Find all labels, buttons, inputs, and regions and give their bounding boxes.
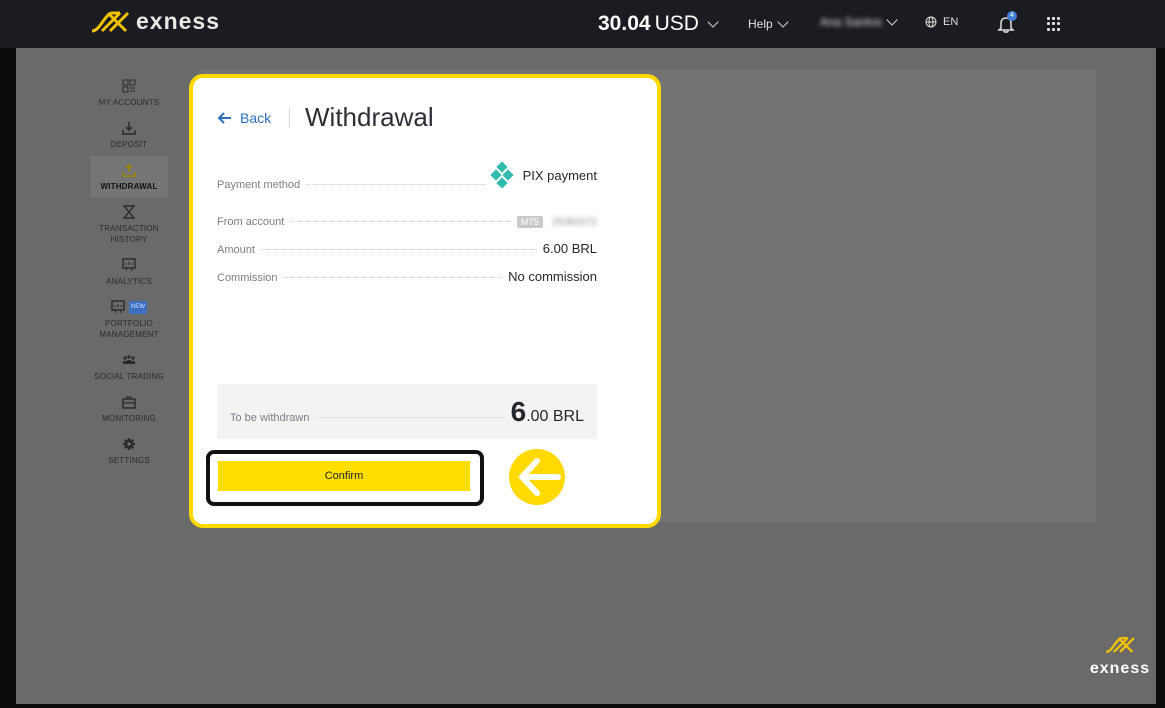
corner-brand-name: exness	[1089, 660, 1151, 677]
sidebar-item-deposit[interactable]: DEPOSIT	[90, 114, 168, 156]
from-account-label: From account	[217, 216, 285, 228]
portfolio-icon	[110, 300, 125, 314]
to-be-withdrawn-integer: 6	[510, 396, 527, 427]
sidebar-item-label: MY ACCOUNTS	[98, 98, 160, 107]
from-account-value: MT5 25382672	[516, 213, 598, 228]
sidebar-item-transaction-history[interactable]: TRANSACTION HISTORY	[90, 198, 168, 251]
sidebar-item-label: PORTFOLIO MANAGEMENT	[99, 319, 159, 339]
account-type-badge: MT5	[516, 216, 543, 228]
to-be-withdrawn-label: To be withdrawn	[230, 412, 310, 424]
sidebar-item-analytics[interactable]: ANALYTICS	[90, 251, 168, 293]
new-badge: NEW	[128, 300, 148, 314]
brand-logo[interactable]: exness	[90, 8, 220, 35]
payment-method-label: Payment method	[217, 179, 301, 191]
to-be-withdrawn-fraction: .00 BRL	[526, 408, 584, 425]
sidebar-item-label: SETTINGS	[108, 456, 150, 465]
deposit-icon	[122, 122, 136, 135]
sidebar-item-label: WITHDRAWAL	[100, 182, 158, 191]
chevron-down-icon	[777, 15, 789, 28]
from-account-row: From account MT5 25382672	[217, 213, 597, 228]
user-menu[interactable]: Ana Santos	[820, 13, 898, 29]
withdrawal-icon	[122, 163, 136, 177]
balance-amount: 30.04	[598, 12, 651, 35]
social-icon	[123, 355, 135, 364]
back-link[interactable]: Back	[218, 110, 271, 126]
sidebar-item-monitoring[interactable]: MONITORING	[90, 388, 168, 430]
apps-grid-icon[interactable]	[1047, 17, 1061, 31]
help-menu[interactable]: Help	[748, 15, 789, 31]
briefcase-icon	[122, 395, 136, 409]
sidebar-item-social-trading[interactable]: SOCIAL TRADING	[90, 346, 168, 388]
gear-icon	[123, 438, 135, 450]
user-name: Ana Santos	[820, 15, 883, 29]
analytics-icon	[122, 258, 136, 272]
globe-icon	[925, 16, 937, 28]
sidebar-item-settings[interactable]: SETTINGS	[90, 430, 168, 472]
corner-watermark-logo: exness	[1080, 635, 1160, 678]
commission-row: Commission No commission	[217, 269, 597, 284]
amount-row: Amount 6.00 BRL	[217, 241, 597, 256]
amount-value: 6.00 BRL	[542, 241, 597, 256]
commission-label: Commission	[217, 272, 278, 284]
brand-name: exness	[136, 8, 221, 34]
account-balance-dropdown[interactable]: 30.04 USD	[598, 12, 719, 36]
help-label: Help	[748, 17, 773, 31]
sidebar-item-label: SOCIAL TRADING	[94, 372, 164, 381]
balance-currency: USD	[654, 12, 699, 35]
exness-logo-icon	[91, 11, 130, 32]
sidebar-item-label: DEPOSIT	[110, 140, 148, 149]
accounts-icon	[122, 79, 136, 93]
pix-logo-icon	[490, 162, 514, 188]
account-number: 25382672	[552, 217, 598, 228]
to-be-withdrawn-value: 6.00 BRL	[511, 396, 584, 428]
arrow-left-icon	[218, 112, 231, 124]
pointer-arrow-icon	[509, 449, 565, 505]
payment-method-name: PIX payment	[522, 167, 597, 183]
chevron-down-icon	[886, 13, 898, 26]
sidebar-item-label: ANALYTICS	[106, 277, 152, 286]
sidebar-item-portfolio-management[interactable]: NEW PORTFOLIO MANAGEMENT	[90, 293, 168, 346]
commission-value: No commission	[508, 269, 597, 284]
sidebar-item-my-accounts[interactable]: MY ACCOUNTS	[90, 72, 168, 114]
exness-logo-icon	[1105, 636, 1135, 654]
notification-count-badge: 4	[1007, 11, 1017, 21]
payment-method-row: Payment method PIX payment	[217, 162, 597, 191]
sidebar-item-withdrawal[interactable]: WITHDRAWAL	[90, 156, 168, 198]
payment-method-value: PIX payment	[490, 162, 597, 188]
hourglass-icon	[123, 205, 135, 219]
back-label: Back	[240, 110, 272, 126]
title-divider	[289, 108, 290, 128]
to-be-withdrawn-row: To be withdrawn 6.00 BRL	[230, 396, 584, 428]
sidebar: MY ACCOUNTS DEPOSIT WITHDRAWAL TRANSACTI…	[90, 72, 168, 472]
language-label: EN	[943, 16, 959, 28]
page-title: Withdrawal	[305, 102, 434, 132]
top-navigation-bar: exness 30.04 USD Help Ana Santos EN 4	[0, 0, 1165, 48]
language-selector[interactable]: EN	[925, 16, 958, 28]
confirm-button[interactable]: Confirm	[218, 461, 470, 491]
chevron-down-icon	[707, 15, 719, 28]
amount-label: Amount	[217, 244, 255, 256]
sidebar-item-label: MONITORING	[102, 414, 156, 423]
sidebar-item-label: TRANSACTION HISTORY	[99, 224, 159, 244]
